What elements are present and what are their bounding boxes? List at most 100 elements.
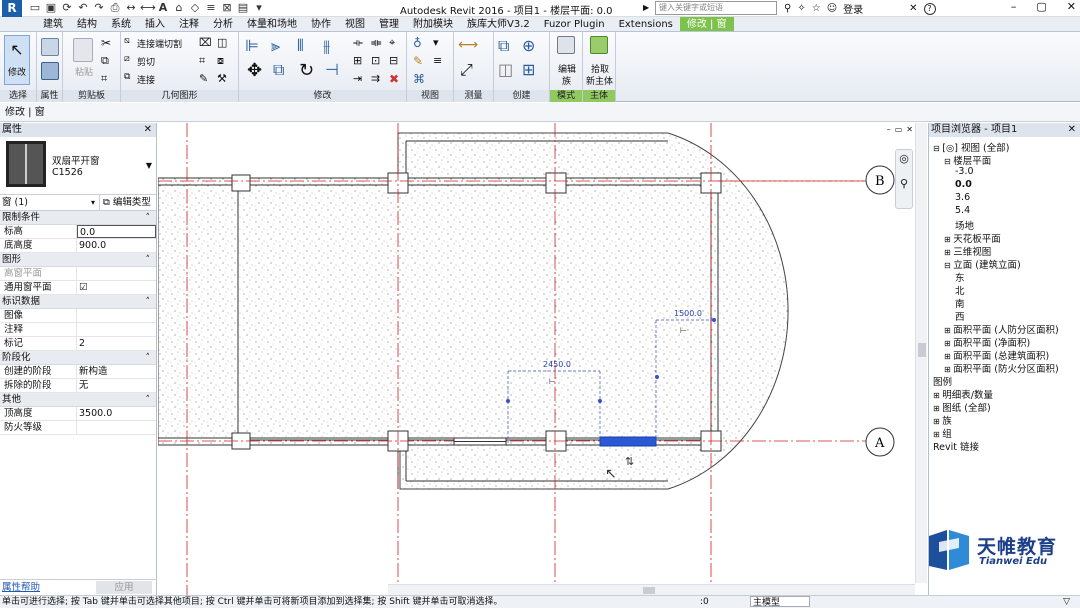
maximize-icon[interactable]: ▢ — [1036, 0, 1046, 13]
3d-view-icon[interactable]: ⌂ — [172, 1, 186, 15]
minimize-icon[interactable]: – — [1011, 0, 1017, 13]
join-button[interactable]: 连接 — [137, 73, 155, 86]
ribbon-tab[interactable]: 附加模块 — [406, 17, 460, 31]
browser-node[interactable]: ⊞ 面积平面 (总建筑面积) — [944, 348, 1049, 362]
edit-family-icon[interactable] — [557, 36, 575, 54]
view-restore-icon[interactable]: ▭ — [895, 125, 903, 134]
extend-multi-icon[interactable]: ⇉ — [371, 72, 380, 85]
aligned-dim-icon[interactable]: ⤢ — [460, 60, 473, 80]
open-icon[interactable]: ▭ — [28, 1, 42, 15]
customize-qat-icon[interactable]: ▾ — [252, 1, 266, 15]
property-value[interactable]: 新构造 — [77, 365, 156, 378]
join-icon[interactable]: ⧉ — [124, 72, 130, 82]
browser-node[interactable]: 南 — [955, 296, 965, 310]
collapse-icon[interactable]: ⊟ — [944, 261, 953, 270]
close-icon[interactable]: ✕ — [1067, 0, 1076, 13]
navigation-bar[interactable]: ◎ ⚲ — [895, 149, 913, 209]
view-minimize-icon[interactable]: – — [887, 125, 891, 134]
ribbon-tab[interactable]: 建筑 — [36, 17, 70, 31]
property-value[interactable]: 无 — [77, 379, 156, 392]
brush-icon[interactable]: ✎ — [199, 72, 208, 85]
paste-icon[interactable] — [73, 38, 93, 62]
property-value[interactable]: ☑ — [77, 281, 156, 294]
align-icon[interactable]: ⊫ — [245, 36, 259, 55]
ribbon-tab[interactable]: Extensions — [612, 17, 680, 31]
close-browser-icon[interactable]: ✕ — [1068, 123, 1076, 137]
demolish-icon[interactable]: ⧇ — [217, 54, 224, 68]
ribbon-tab[interactable]: 视图 — [338, 17, 372, 31]
match-icon[interactable]: ⌗ — [101, 72, 107, 86]
browser-node[interactable]: ⊟ 楼层平面 — [944, 153, 991, 167]
model-selector[interactable]: 主模型 — [750, 596, 810, 608]
property-value[interactable]: 2 — [77, 337, 156, 350]
linework-icon[interactable]: ✎ — [413, 54, 423, 68]
property-group-header[interactable]: 标识数据 — [0, 295, 156, 309]
hammer-icon[interactable]: ⚒ — [217, 72, 227, 85]
expand-icon[interactable]: ⊞ — [944, 365, 953, 374]
browser-node[interactable]: -3.0 — [955, 166, 974, 177]
exchange-icon[interactable]: ✕ — [909, 3, 917, 14]
similar-icon[interactable]: ⊞ — [522, 60, 535, 79]
ribbon-tab[interactable]: 修改 | 窗 — [679, 17, 734, 31]
select-panel-label[interactable]: 选择 — [0, 90, 36, 102]
wall-join-icon[interactable]: ⌧ — [199, 36, 212, 49]
split-gap-icon[interactable]: ⟚ — [371, 36, 381, 50]
browser-node[interactable]: 北 — [955, 283, 965, 297]
split-icon[interactable]: ⟛ — [353, 36, 363, 50]
expand-icon[interactable]: ⊞ — [933, 417, 942, 426]
pick-host-icon[interactable] — [590, 36, 608, 54]
expand-icon[interactable]: ⊞ — [933, 404, 942, 413]
help-icon[interactable]: ? — [923, 2, 936, 15]
close-properties-icon[interactable]: ✕ — [144, 123, 152, 137]
property-group-header[interactable]: 限制条件 — [0, 211, 156, 225]
expand-icon[interactable]: ⊞ — [944, 326, 953, 335]
browser-node[interactable]: ⊞ 天花板平面 — [944, 231, 1001, 245]
properties-help-link[interactable]: 属性帮助 — [2, 580, 40, 595]
browser-node[interactable]: 场地 — [955, 218, 974, 232]
property-value[interactable] — [77, 421, 156, 434]
redo-icon[interactable]: ↷ — [92, 1, 106, 15]
browser-node[interactable]: ⊟ 立面 (建筑立面) — [944, 257, 1021, 271]
mirror-draw-icon[interactable]: ⫵ — [323, 36, 330, 56]
instance-filter[interactable]: 窗 (1) ▾ — [0, 195, 100, 210]
join-cut-icon[interactable]: ⧅ — [124, 36, 130, 46]
expand-icon[interactable]: ⊞ — [944, 248, 953, 257]
browser-node[interactable]: ⊞ 面积平面 (防火分区面积) — [944, 361, 1059, 375]
section-icon[interactable]: ◇ — [188, 1, 202, 15]
property-value[interactable]: 0.0 — [77, 225, 156, 238]
dimension-icon[interactable]: ⟷ — [140, 1, 156, 15]
steering-wheel-icon[interactable]: ◎ — [896, 152, 912, 165]
browser-node[interactable]: 0.0 — [955, 179, 972, 190]
property-value[interactable] — [77, 309, 156, 322]
vertical-scroll-thumb[interactable] — [918, 343, 926, 357]
cut-geometry-icon[interactable]: ⧄ — [124, 54, 130, 64]
hide-icon[interactable]: ⌘ — [413, 72, 425, 86]
sync-icon[interactable]: ⟳ — [60, 1, 74, 15]
apply-button[interactable]: 应用 — [96, 581, 152, 594]
property-value[interactable] — [77, 323, 156, 336]
ribbon-tab[interactable]: 协作 — [304, 17, 338, 31]
measure-between-icon[interactable]: ⟷ — [458, 37, 478, 53]
collapse-icon[interactable]: ⊟ — [944, 157, 953, 166]
undo-icon[interactable]: ↶ — [76, 1, 90, 15]
unpin-icon[interactable]: ⊟ — [389, 54, 398, 67]
search-input[interactable]: 键入关键字或短语 — [655, 1, 777, 15]
copy-icon[interactable]: ⧉ — [101, 54, 109, 68]
drawing-canvas[interactable]: 1500.0 2450.0 ⊢ ⊢ B A ⇅ ↖ – ▭ ✕ ◎ ⚲ — [158, 123, 927, 595]
text-icon[interactable]: A — [156, 1, 170, 15]
browser-node[interactable]: 3.6 — [955, 192, 970, 203]
ribbon-tab[interactable]: 结构 — [70, 17, 104, 31]
type-properties-icon[interactable] — [41, 38, 59, 56]
browser-node[interactable]: ⊞ 明细表/数量 — [933, 387, 993, 401]
horizontal-scroll-thumb[interactable] — [643, 587, 655, 594]
browser-node[interactable]: 图例 — [933, 374, 952, 388]
vertical-scrollbar[interactable] — [915, 123, 927, 583]
browser-node[interactable]: ⊞ 面积平面 (净面积) — [944, 335, 1030, 349]
ribbon-tab[interactable]: 体量和场地 — [240, 17, 304, 31]
ribbon-tab[interactable]: 系统 — [104, 17, 138, 31]
binoculars-icon[interactable]: ⚲ — [784, 3, 791, 14]
expand-icon[interactable]: ⊞ — [933, 391, 942, 400]
zoom-icon[interactable]: ⚲ — [896, 177, 912, 190]
subscription-icon[interactable]: ✧ — [797, 3, 805, 14]
close-hidden-icon[interactable]: ⊠ — [220, 1, 234, 15]
